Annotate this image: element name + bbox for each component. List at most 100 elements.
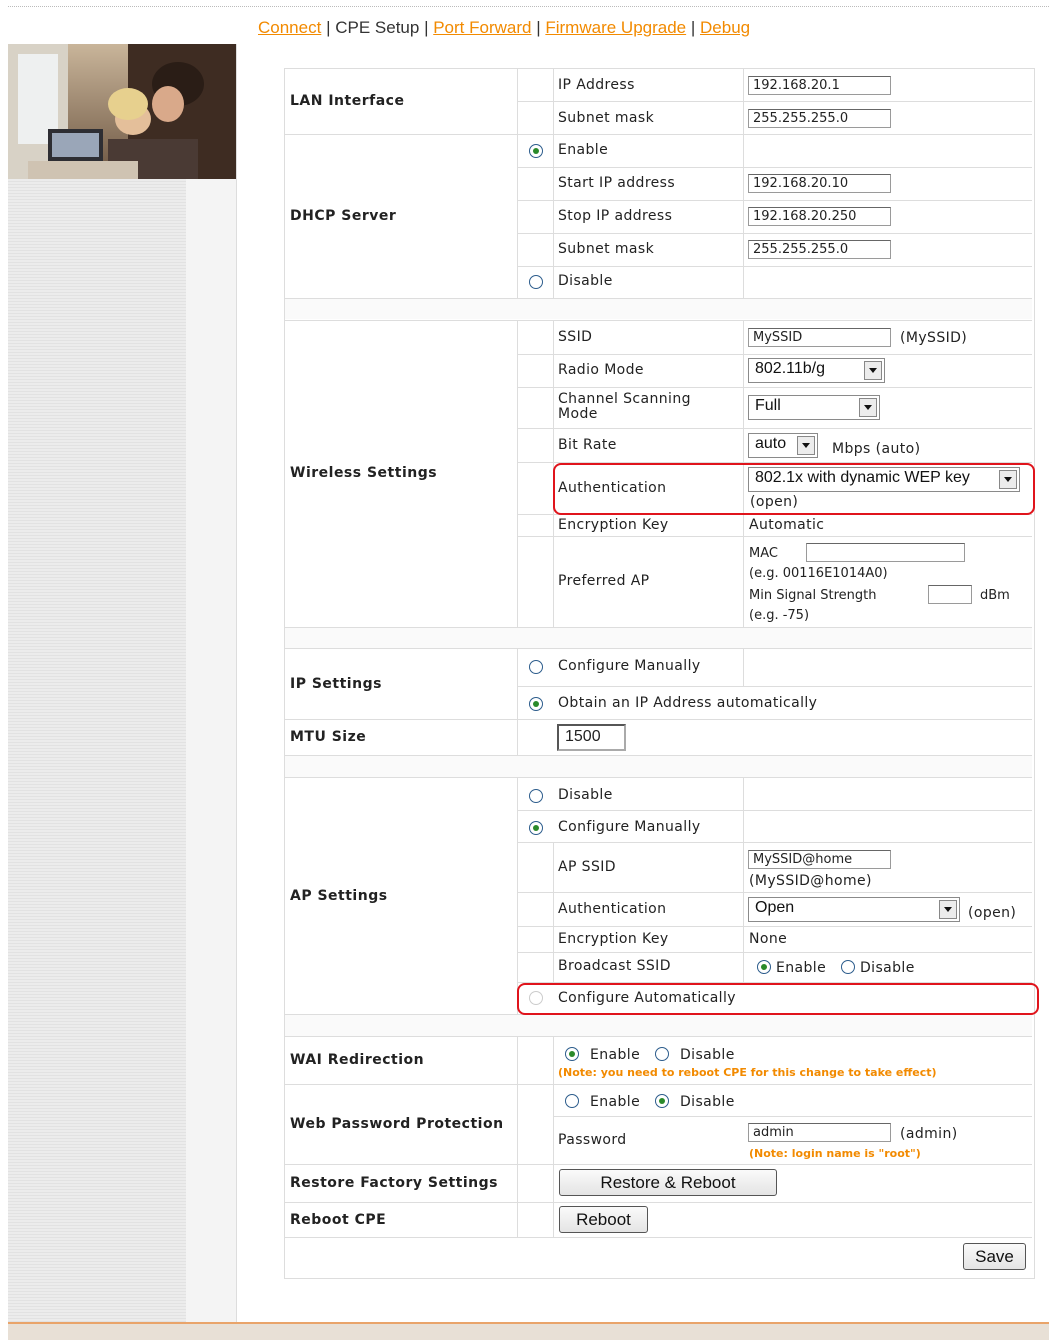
grid-line: [517, 68, 518, 298]
grid-line: [285, 1202, 1032, 1203]
broadcast-enable-label: Enable: [776, 960, 827, 976]
ip-manual-radio[interactable]: [529, 660, 543, 674]
password-hint: (admin): [900, 1126, 958, 1142]
encryption-key-label: Encryption Key: [558, 517, 669, 533]
grid-line: [517, 200, 1032, 201]
dhcp-mask-input[interactable]: 255.255.255.0: [748, 240, 891, 259]
min-signal-input[interactable]: [928, 585, 972, 604]
grid-line: [517, 1036, 518, 1237]
grid-line: [517, 354, 1032, 355]
dhcp-disable-radio[interactable]: [529, 275, 543, 289]
wai-disable-label: Disable: [680, 1047, 735, 1063]
grid-line: [285, 777, 1032, 778]
broadcast-disable-radio[interactable]: [841, 960, 855, 974]
nav-connect-link[interactable]: Connect: [258, 18, 321, 37]
ap-disable-label: Disable: [558, 787, 613, 803]
ap-ssid-label: AP SSID: [558, 859, 616, 875]
grid-line: [285, 648, 1032, 649]
ap-disable-radio[interactable]: [529, 789, 543, 803]
mtu-size-input[interactable]: 1500: [557, 724, 626, 751]
grid-line: [285, 1164, 1032, 1165]
dhcp-enable-radio[interactable]: [529, 144, 543, 158]
webpw-enable-radio[interactable]: [565, 1094, 579, 1108]
top-navigation: Connect | CPE Setup | Port Forward | Fir…: [258, 18, 750, 38]
password-input[interactable]: admin: [748, 1123, 891, 1142]
dhcp-start-input[interactable]: 192.168.20.10: [748, 174, 891, 193]
ap-encryption-key-label: Encryption Key: [558, 931, 669, 947]
grid-line: [517, 810, 1032, 811]
dhcp-start-label: Start IP address: [558, 175, 676, 191]
ap-manual-radio[interactable]: [529, 821, 543, 835]
mac-input[interactable]: [806, 543, 965, 562]
wai-enable-radio[interactable]: [565, 1047, 579, 1061]
ip-auto-radio[interactable]: [529, 697, 543, 711]
grid-line: [743, 68, 744, 298]
dhcp-stop-label: Stop IP address: [558, 208, 673, 224]
channel-scanning-select[interactable]: Full: [748, 395, 880, 420]
bit-rate-select[interactable]: auto: [748, 433, 818, 458]
configure-automatically-highlight: [517, 983, 1039, 1015]
nav-firmware-upgrade-link[interactable]: Firmware Upgrade: [545, 18, 686, 37]
broadcast-enable-radio[interactable]: [757, 960, 771, 974]
ap-ssid-input[interactable]: MySSID@home: [748, 850, 891, 869]
ssid-label: SSID: [558, 329, 593, 345]
grid-line: [517, 648, 518, 755]
mtu-size-label: MTU Size: [290, 729, 367, 745]
min-signal-hint: (e.g. -75): [749, 608, 810, 623]
lan-ip-input[interactable]: 192.168.20.1: [748, 76, 891, 95]
mac-label: MAC: [749, 546, 778, 561]
grid-line: [517, 233, 1032, 234]
section-gap: [285, 298, 1032, 319]
grid-line: [517, 320, 518, 627]
sidebar-stripe: [8, 179, 186, 1328]
dhcp-stop-input[interactable]: 192.168.20.250: [748, 207, 891, 226]
grid-line: [553, 1036, 554, 1237]
left-sidebar: [8, 44, 237, 1328]
web-password-label: Web Password Protection: [290, 1116, 504, 1132]
grid-line: [285, 298, 1032, 299]
nav-port-forward-link[interactable]: Port Forward: [433, 18, 531, 37]
grid-line: [743, 648, 744, 686]
grid-line: [517, 387, 1032, 388]
webpw-disable-radio[interactable]: [655, 1094, 669, 1108]
save-button[interactable]: Save: [963, 1243, 1026, 1270]
restore-reboot-button[interactable]: Restore & Reboot: [559, 1169, 777, 1196]
wai-disable-radio[interactable]: [655, 1047, 669, 1061]
ip-auto-label: Obtain an IP Address automatically: [558, 695, 818, 711]
ssid-hint: (MySSID): [900, 330, 968, 346]
footer-bar: [8, 1322, 1049, 1340]
grid-line: [285, 1036, 1032, 1037]
dhcp-server-label: DHCP Server: [290, 208, 397, 224]
ap-settings-label: AP Settings: [290, 888, 388, 904]
grid-line: [517, 536, 1032, 537]
chevron-down-icon: [939, 900, 957, 919]
nav-separator: |: [536, 18, 541, 37]
radio-mode-select[interactable]: 802.11b/g: [748, 358, 885, 383]
grid-line: [553, 842, 554, 982]
grid-line: [517, 892, 1032, 893]
ap-authentication-hint: (open): [968, 905, 1017, 921]
lan-mask-input[interactable]: 255.255.255.0: [748, 109, 891, 128]
grid-line: [517, 842, 1032, 843]
grid-line: [285, 1237, 1032, 1238]
top-divider: [8, 6, 1049, 7]
encryption-key-value: Automatic: [749, 517, 825, 533]
nav-separator: |: [690, 18, 696, 37]
ap-authentication-select[interactable]: Open: [748, 897, 960, 922]
banner-photo-illustration: [8, 44, 236, 179]
wai-reboot-note: (Note: you need to reboot CPE for this c…: [558, 1066, 937, 1079]
dhcp-mask-label: Subnet mask: [558, 241, 655, 257]
nav-separator: |: [424, 18, 429, 37]
wai-redirection-label: WAI Redirection: [290, 1052, 425, 1068]
reboot-button[interactable]: Reboot: [559, 1206, 648, 1233]
channel-scanning-label: Channel Scanning Mode: [558, 391, 691, 422]
lan-ip-label: IP Address: [558, 77, 635, 93]
bit-rate-value: auto: [755, 435, 787, 452]
broadcast-disable-label: Disable: [860, 960, 915, 976]
channel-scanning-value: Full: [755, 397, 781, 414]
min-signal-label: Min Signal Strength: [749, 588, 877, 603]
ssid-input[interactable]: MySSID: [748, 328, 891, 347]
nav-debug-link[interactable]: Debug: [700, 18, 750, 37]
grid-line: [517, 167, 1032, 168]
ip-manual-label: Configure Manually: [558, 658, 701, 674]
